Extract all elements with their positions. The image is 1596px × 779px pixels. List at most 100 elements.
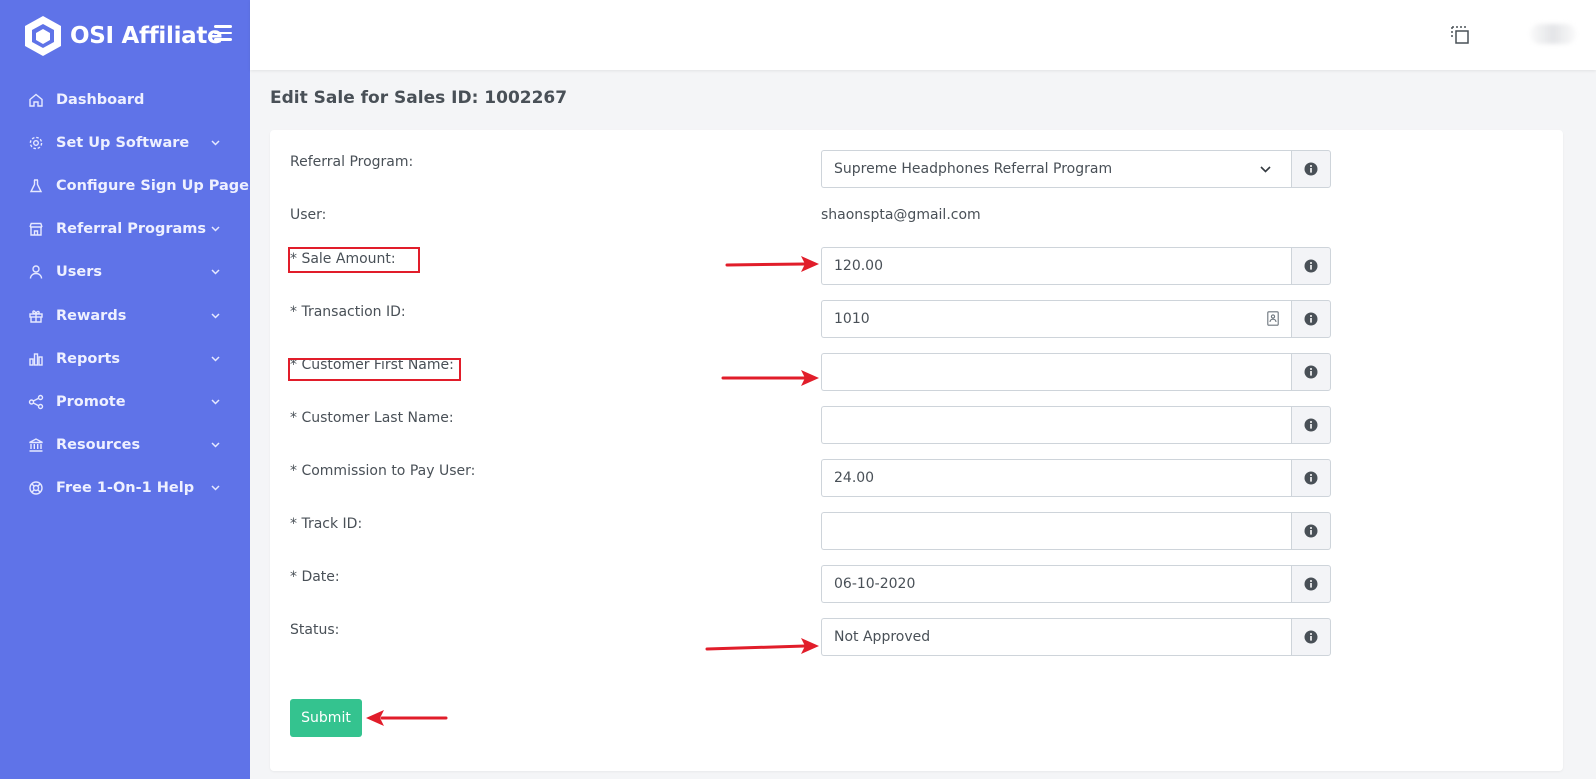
sidebar-item-resources[interactable]: Resources <box>0 424 250 467</box>
user-label: User: <box>290 207 327 223</box>
sale-amount-group: 120.00 <box>821 247 1331 285</box>
date-row: * Date: 06-10-2020 <box>270 565 1563 603</box>
customer-last-name-input[interactable] <box>821 406 1291 444</box>
customer-last-name-group <box>821 406 1331 444</box>
sidebar-item-configure-sign-up-page[interactable]: Configure Sign Up Page <box>0 164 250 207</box>
chevron-down-icon <box>211 269 220 275</box>
customer-last-name-info-button[interactable] <box>1291 406 1331 444</box>
sidebar-item-referral-programs[interactable]: Referral Programs <box>0 208 250 251</box>
sidebar-item-label: Dashboard <box>56 91 145 108</box>
track-id-input[interactable] <box>821 512 1291 550</box>
user-row: User: shaonspta@gmail.com <box>270 203 1563 241</box>
submit-button[interactable]: Submit <box>290 699 362 737</box>
date-info-button[interactable] <box>1291 565 1331 603</box>
hexagon-logo-icon <box>25 16 61 56</box>
contact-card-icon[interactable] <box>1267 311 1279 326</box>
status-info-button[interactable] <box>1291 618 1331 656</box>
chevron-down-icon <box>211 485 220 491</box>
sidebar-item-label: Users <box>56 264 103 281</box>
track-id-info-button[interactable] <box>1291 512 1331 550</box>
sidebar-item-dashboard[interactable]: Dashboard <box>0 78 250 121</box>
sidebar-item-label: Free 1-On-1 Help <box>56 480 195 497</box>
gear-icon <box>29 136 43 150</box>
transaction-id-info-button[interactable] <box>1291 300 1331 338</box>
sidebar-item-rewards[interactable]: Rewards <box>0 294 250 337</box>
sidebar-item-users[interactable]: Users <box>0 251 250 294</box>
arrow-right-icon <box>705 638 819 654</box>
sidebar-item-free-help[interactable]: Free 1-On-1 Help <box>0 467 250 510</box>
status-select[interactable]: Not Approved <box>821 618 1291 656</box>
status-row: Status: Not Approved <box>270 618 1563 656</box>
date-label: * Date: <box>290 569 340 585</box>
flask-icon <box>29 179 43 193</box>
commission-info-button[interactable] <box>1291 459 1331 497</box>
arrow-left-icon <box>366 710 448 726</box>
sale-amount-highlight-box <box>288 247 420 273</box>
status-label: Status: <box>290 622 340 638</box>
transaction-id-row: * Transaction ID: 1010 <box>270 300 1563 338</box>
status-group: Not Approved <box>821 618 1331 656</box>
customer-first-name-row: * Customer First Name: <box>270 353 1563 391</box>
chevron-down-icon <box>211 226 220 232</box>
info-icon <box>1304 418 1318 432</box>
sale-amount-value: 120.00 <box>834 258 883 274</box>
sale-amount-input[interactable]: 120.00 <box>821 247 1291 285</box>
track-id-group <box>821 512 1331 550</box>
customer-first-name-info-button[interactable] <box>1291 353 1331 391</box>
sidebar-item-reports[interactable]: Reports <box>0 337 250 380</box>
sidebar-nav: Dashboard Set Up Software Configure Sign… <box>0 78 250 510</box>
transaction-id-value: 1010 <box>834 311 870 327</box>
sidebar: OSI Affiliate Dashboard Set Up Software … <box>0 0 250 779</box>
transaction-id-label: * Transaction ID: <box>290 304 406 320</box>
customer-first-name-input[interactable] <box>821 353 1291 391</box>
chevron-down-icon <box>211 313 220 319</box>
brand-logo[interactable]: OSI Affiliate <box>24 14 223 58</box>
referral-program-label: Referral Program: <box>290 154 414 170</box>
date-value: 06-10-2020 <box>834 576 916 592</box>
date-group: 06-10-2020 <box>821 565 1331 603</box>
sidebar-item-label: Promote <box>56 393 126 410</box>
chevron-down-icon <box>211 356 220 362</box>
customer-last-name-label: * Customer Last Name: <box>290 410 454 426</box>
sale-amount-row: * Sale Amount: 120.00 <box>270 247 1563 285</box>
info-icon <box>1304 577 1318 591</box>
info-icon <box>1304 162 1318 176</box>
sidebar-item-set-up-software[interactable]: Set Up Software <box>0 121 250 164</box>
sale-amount-info-button[interactable] <box>1291 247 1331 285</box>
bar-chart-icon <box>29 353 43 366</box>
referral-program-value: Supreme Headphones Referral Program <box>834 161 1113 177</box>
info-icon <box>1304 365 1318 379</box>
referral-program-select[interactable]: Supreme Headphones Referral Program <box>821 150 1291 188</box>
chevron-down-icon <box>211 399 220 405</box>
transaction-id-input[interactable]: 1010 <box>821 300 1291 338</box>
arrow-right-icon <box>721 370 819 386</box>
sidebar-item-promote[interactable]: Promote <box>0 380 250 423</box>
store-icon <box>29 222 43 236</box>
bank-icon <box>29 438 43 452</box>
chevron-down-icon <box>211 442 220 448</box>
commission-value: 24.00 <box>834 470 875 486</box>
referral-program-info-button[interactable] <box>1291 150 1331 188</box>
date-input[interactable]: 06-10-2020 <box>821 565 1291 603</box>
home-icon <box>29 93 43 107</box>
sidebar-item-label: Set Up Software <box>56 134 190 151</box>
gift-icon <box>29 309 43 323</box>
status-value: Not Approved <box>834 629 931 645</box>
fullscreen-icon[interactable] <box>1450 25 1470 45</box>
commission-row: * Commission to Pay User: 24.00 <box>270 459 1563 497</box>
user-profile-menu[interactable] <box>1530 24 1576 44</box>
menu-toggle-icon[interactable] <box>214 25 232 41</box>
transaction-id-group: 1010 <box>821 300 1331 338</box>
customer-last-name-row: * Customer Last Name: <box>270 406 1563 444</box>
customer-first-name-group <box>821 353 1331 391</box>
user-email: shaonspta@gmail.com <box>821 207 981 223</box>
commission-group: 24.00 <box>821 459 1331 497</box>
edit-sale-form: Referral Program: Supreme Headphones Ref… <box>270 130 1563 771</box>
commission-input[interactable]: 24.00 <box>821 459 1291 497</box>
chevron-down-icon <box>211 140 220 146</box>
user-icon <box>29 265 43 279</box>
info-icon <box>1304 471 1318 485</box>
info-icon <box>1304 524 1318 538</box>
page-title: Edit Sale for Sales ID: 1002267 <box>270 88 568 108</box>
sidebar-item-label: Referral Programs <box>56 221 207 238</box>
